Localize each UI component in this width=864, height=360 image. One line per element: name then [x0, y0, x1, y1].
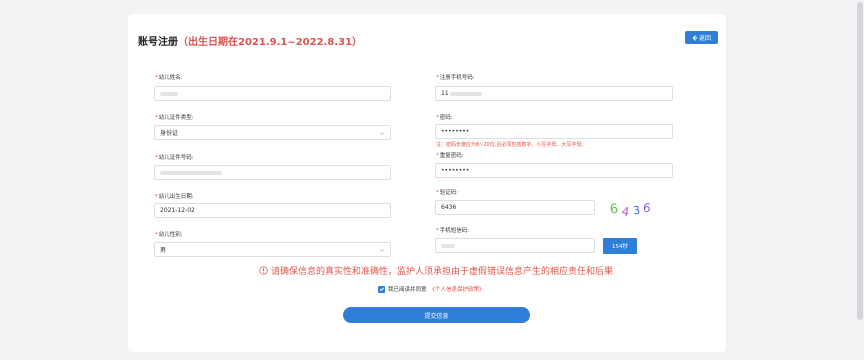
info-circle-icon — [259, 266, 268, 275]
register-card: 账号注册（出生日期在2021.9.1~2022.8.31） 返回 *幼儿姓名: … — [128, 14, 726, 352]
id-number-label: *幼儿证件号码: — [155, 155, 194, 161]
password-label: *密码: — [436, 115, 453, 121]
svg-text:3: 3 — [632, 204, 640, 218]
privacy-policy-link[interactable]: 《个人信息保护政策》 — [430, 285, 485, 293]
birth-date-label: *幼儿出生日期: — [155, 194, 194, 200]
title-subtitle: （出生日期在2021.9.1~2022.8.31） — [178, 37, 363, 48]
child-name-input[interactable] — [154, 86, 391, 101]
page-scrollbar[interactable] — [856, 0, 864, 360]
gender-select[interactable]: 男 — [154, 242, 391, 257]
checkbox-checked-icon[interactable] — [378, 285, 385, 293]
sms-code-input[interactable] — [435, 238, 595, 253]
agreement-text: 我已阅读并同意 — [388, 287, 427, 293]
chevron-down-icon — [379, 249, 385, 252]
gender-label: *幼儿性别: — [155, 232, 183, 238]
phone-input[interactable]: 11 — [435, 86, 673, 101]
masked-value — [441, 243, 455, 248]
phone-label: *注册手机号码: — [436, 75, 475, 81]
title-main: 账号注册 — [138, 37, 178, 48]
arrow-left-icon — [692, 34, 698, 41]
scrollbar-thumb[interactable] — [857, 2, 863, 320]
child-name-label: *幼儿姓名: — [155, 75, 183, 81]
back-button[interactable]: 返回 — [685, 31, 718, 44]
birth-date-input[interactable]: 2021-12-02 — [154, 203, 391, 218]
captcha-input[interactable]: 6436 — [435, 200, 595, 215]
confirm-password-label: *重复密码: — [436, 153, 464, 159]
svg-text:6: 6 — [609, 202, 619, 218]
password-input[interactable]: •••••••• — [435, 124, 673, 139]
id-type-label: *幼儿证件类型: — [155, 115, 194, 121]
chevron-down-icon — [379, 132, 385, 135]
captcha-image[interactable]: 6 4 3 6 — [609, 198, 655, 220]
masked-value — [160, 170, 222, 175]
page-title: 账号注册（出生日期在2021.9.1~2022.8.31） — [138, 33, 362, 48]
sms-code-label: *手机短信码: — [436, 228, 470, 234]
submit-button[interactable]: 提交信息 — [343, 307, 530, 323]
back-label: 返回 — [698, 35, 711, 42]
masked-value — [160, 91, 178, 96]
captcha-label: *验证码: — [436, 190, 459, 196]
truthfulness-notice: 请确保信息的真实性和准确性，监护人须承担由于虚假错误信息产生的相应责任和后果 — [259, 264, 613, 277]
id-number-input[interactable] — [154, 165, 391, 180]
confirm-password-input[interactable]: •••••••• — [435, 163, 673, 178]
svg-text:6: 6 — [642, 201, 651, 216]
sms-countdown-button[interactable]: 154秒 — [603, 238, 637, 254]
masked-value — [449, 91, 482, 96]
agreement-row: 我已阅读并同意 《个人信息保护政策》 — [378, 285, 485, 293]
id-type-select[interactable]: 身份证 — [154, 125, 391, 140]
svg-text:4: 4 — [621, 204, 631, 219]
password-hint: 注：密码长度应为8~20位,且必须包括数字、小写字母、大写字母。 — [436, 142, 587, 148]
